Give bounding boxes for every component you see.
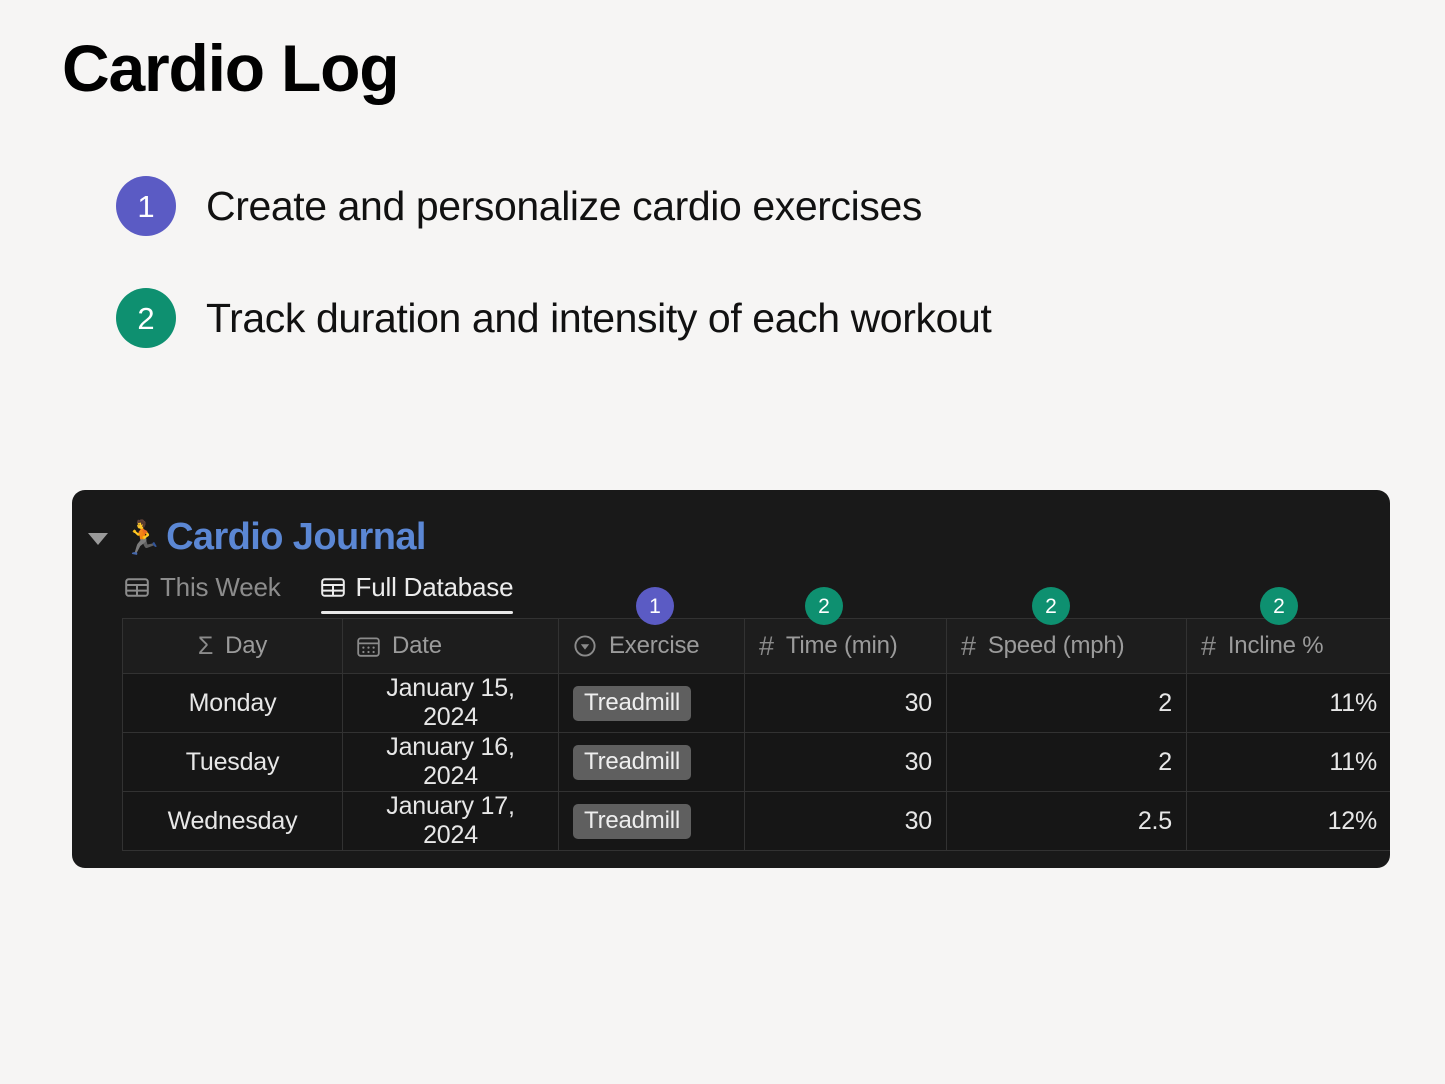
table-icon	[321, 578, 345, 597]
tab-label: Full Database	[355, 571, 514, 602]
cell-time[interactable]: 30	[744, 732, 947, 792]
column-header-incline[interactable]: # Incline %	[1186, 618, 1390, 674]
cell-exercise[interactable]: Treadmill	[558, 673, 745, 733]
hash-icon: #	[1201, 630, 1216, 661]
status-badge: Treadmill	[573, 803, 691, 839]
column-header-label: Date	[392, 632, 442, 659]
list-item: 1 Create and personalize cardio exercise…	[116, 172, 1316, 240]
cell-speed[interactable]: 2	[946, 673, 1187, 733]
triangle-down-icon[interactable]	[88, 533, 108, 545]
tab-this-week[interactable]: This Week	[125, 568, 287, 614]
column-header-label: Exercise	[609, 632, 700, 659]
list-item: 2 Track duration and intensity of each w…	[116, 284, 1316, 352]
page-title: Cardio Log	[62, 31, 400, 105]
column-header-label: Incline %	[1227, 632, 1324, 659]
bullet-badge-1: 1	[116, 176, 176, 236]
tab-label: This Week	[160, 571, 281, 602]
column-header-exercise[interactable]: Exercise	[558, 618, 745, 674]
bullet-text-1: Create and personalize cardio exercises	[206, 182, 922, 229]
column-header-speed[interactable]: # Speed (mph)	[946, 618, 1187, 674]
cell-date[interactable]: January 16, 2024	[342, 732, 559, 792]
tab-full-database[interactable]: Full Database	[320, 568, 520, 614]
panel-header: 🏃 Cardio Journal	[72, 490, 1390, 562]
running-person-icon: 🏃	[122, 518, 164, 556]
view-tabs: This Week Full Database	[125, 566, 1390, 614]
column-header-time[interactable]: # Time (min)	[744, 618, 947, 674]
cell-day[interactable]: Tuesday	[122, 732, 343, 792]
bullet-badge-2: 2	[116, 288, 176, 348]
status-badge: Treadmill	[573, 744, 691, 780]
sigma-icon: Σ	[197, 631, 214, 660]
hash-icon: #	[961, 630, 976, 661]
cell-date[interactable]: January 15, 2024	[342, 673, 559, 733]
cell-time[interactable]: 30	[744, 791, 947, 851]
cell-day[interactable]: Monday	[122, 673, 343, 733]
database-table: Σ Day Date Exercise # Time (min) # Speed…	[122, 618, 1390, 851]
cell-exercise[interactable]: Treadmill	[558, 732, 745, 792]
column-header-label: Day	[225, 632, 268, 659]
cell-incline[interactable]: 11%	[1186, 732, 1390, 792]
hash-icon: #	[759, 630, 774, 661]
calendar-icon	[357, 636, 380, 657]
column-header-day[interactable]: Σ Day	[122, 618, 343, 674]
cell-date[interactable]: January 17, 2024	[342, 791, 559, 851]
database-panel: 🏃 Cardio Journal This Week Full Database	[72, 490, 1390, 868]
column-header-label: Speed (mph)	[987, 632, 1125, 659]
cell-incline[interactable]: 12%	[1186, 791, 1390, 851]
select-icon	[573, 634, 597, 658]
table-header-row: Σ Day Date Exercise # Time (min) # Speed…	[122, 618, 1390, 674]
table-row[interactable]: Tuesday January 16, 2024 Treadmill 30 2 …	[122, 732, 1390, 792]
feature-bullet-list: 1 Create and personalize cardio exercise…	[116, 172, 1316, 396]
cell-exercise[interactable]: Treadmill	[558, 791, 745, 851]
database-table-wrapper: Σ Day Date Exercise # Time (min) # Speed…	[122, 618, 1390, 851]
cell-time[interactable]: 30	[744, 673, 947, 733]
status-badge: Treadmill	[573, 685, 691, 721]
cell-day[interactable]: Wednesday	[122, 791, 343, 851]
cell-speed[interactable]: 2.5	[946, 791, 1187, 851]
bullet-text-2: Track duration and intensity of each wor…	[206, 294, 992, 341]
table-row[interactable]: Wednesday January 17, 2024 Treadmill 30 …	[122, 791, 1390, 851]
column-header-date[interactable]: Date	[342, 618, 559, 674]
cell-incline[interactable]: 11%	[1186, 673, 1390, 733]
column-header-label: Time (min)	[785, 632, 898, 659]
table-row[interactable]: Monday January 15, 2024 Treadmill 30 2 1…	[122, 673, 1390, 733]
cell-speed[interactable]: 2	[946, 732, 1187, 792]
table-icon	[125, 578, 149, 597]
panel-title[interactable]: Cardio Journal	[166, 516, 426, 559]
